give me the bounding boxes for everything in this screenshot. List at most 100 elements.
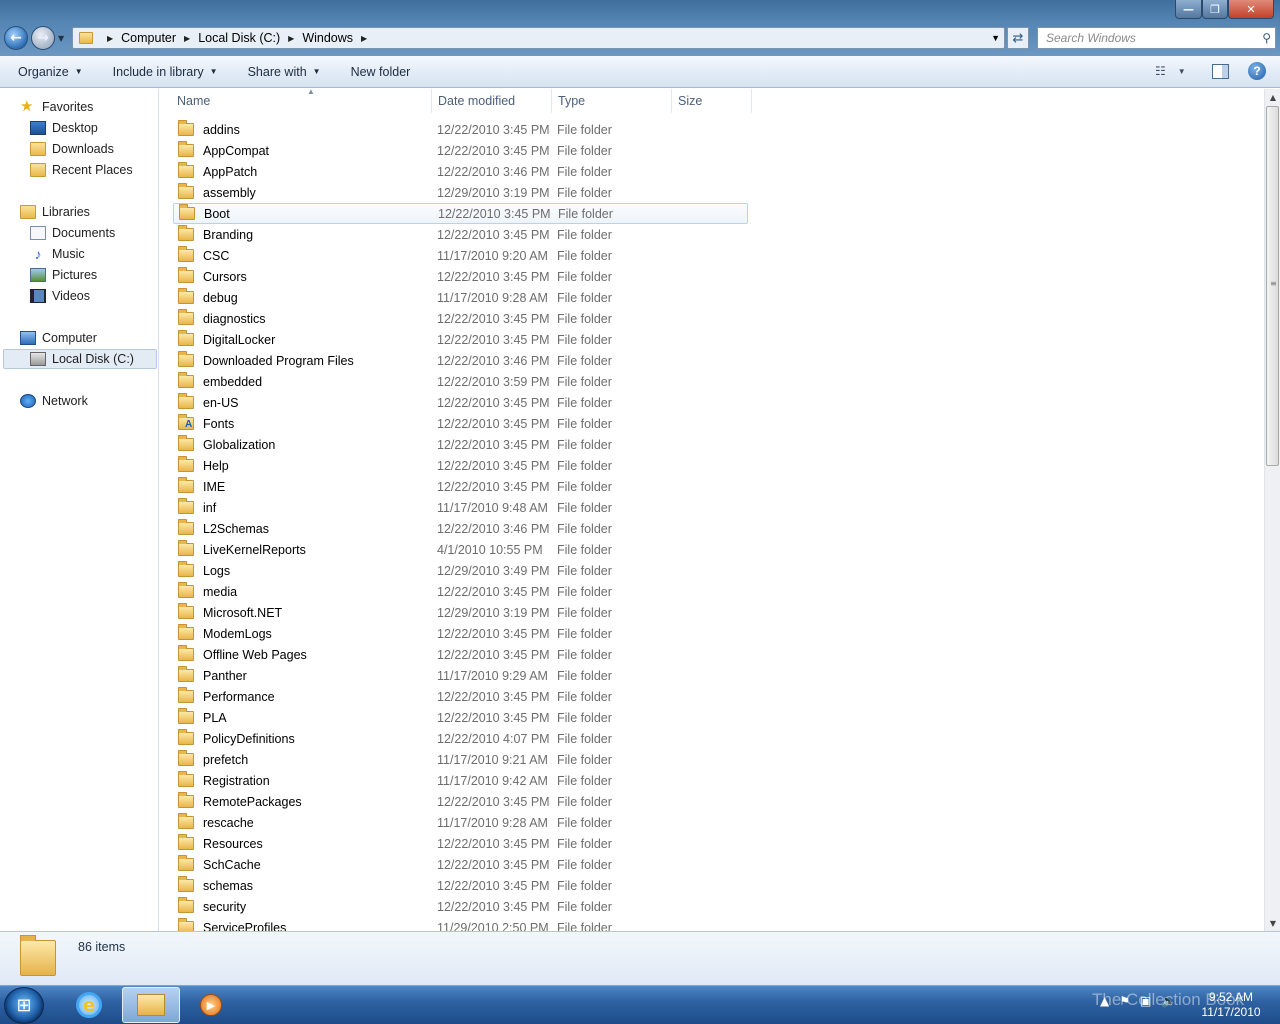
file-name[interactable]: Boot [204,207,444,221]
file-row[interactable]: embedded 12/22/2010 3:59 PM File folder [173,371,748,392]
file-name[interactable]: addins [203,123,443,137]
file-name[interactable]: LiveKernelReports [203,543,443,557]
search-box[interactable]: ⚲ [1037,27,1276,49]
file-row[interactable]: DigitalLocker 12/22/2010 3:45 PM File fold… [173,329,748,350]
file-row[interactable]: Resources 12/22/2010 3:45 PM File folder [173,833,748,854]
view-options-button[interactable]: ☷ ▼ [1155,64,1186,78]
file-name[interactable]: Downloaded Program Files [203,354,443,368]
file-name[interactable]: DigitalLocker [203,333,443,347]
share-with-button[interactable]: Share with ▼ [242,62,327,82]
file-row[interactable]: Performance 12/22/2010 3:45 PM File folder [173,686,748,707]
breadcrumb-arrow-icon[interactable]: ▶ [107,34,113,43]
nav-music[interactable]: ♪ Music [30,244,85,264]
file-name[interactable]: Logs [203,564,443,578]
breadcrumb-computer[interactable]: Computer [121,31,176,45]
file-row[interactable]: Downloaded Program Files 12/22/2010 3:46 … [173,350,748,371]
scroll-thumb[interactable]: ≡ [1266,106,1279,466]
file-name[interactable]: Offline Web Pages [203,648,443,662]
file-name[interactable]: Microsoft.NET [203,606,443,620]
refresh-button[interactable]: ⇄ [1007,27,1029,49]
file-row[interactable]: Registration 11/17/2010 9:42 AM File folde… [173,770,748,791]
file-name[interactable]: AppCompat [203,144,443,158]
nav-downloads[interactable]: Downloads [30,139,114,159]
minimize-button[interactable]: — [1175,0,1202,19]
file-name[interactable]: en-US [203,396,443,410]
address-dropdown-icon[interactable]: ▼ [991,33,1000,43]
nav-network[interactable]: Network [20,391,88,411]
file-row[interactable]: Boot 12/22/2010 3:45 PM File folder [173,203,748,224]
file-name[interactable]: PolicyDefinitions [203,732,443,746]
file-name[interactable]: diagnostics [203,312,443,326]
nav-computer[interactable]: Computer [20,328,97,348]
column-header-name[interactable]: Name ▲ [170,89,432,113]
column-header-type[interactable]: Type [552,89,672,113]
file-row[interactable]: Logs 12/29/2010 3:49 PM File folder [173,560,748,581]
file-row[interactable]: Help 12/22/2010 3:45 PM File folder [173,455,748,476]
action-center-flag-icon[interactable]: ⚑ [1119,994,1130,1008]
file-row[interactable]: AppCompat 12/22/2010 3:45 PM File folder [173,140,748,161]
file-name[interactable]: PLA [203,711,443,725]
file-name[interactable]: Branding [203,228,443,242]
show-hidden-icons-icon[interactable]: ▲ [1100,994,1109,1008]
file-row[interactable]: rescache 11/17/2010 9:28 AM File folder [173,812,748,833]
file-row[interactable]: Globalization 12/22/2010 3:45 PM File fold… [173,434,748,455]
file-row[interactable]: security 12/22/2010 3:45 PM File folder [173,896,748,917]
taskbar-windows-explorer[interactable] [122,987,180,1023]
file-name[interactable]: schemas [203,879,443,893]
file-row[interactable]: A Fonts 12/22/2010 3:45 PM File folder [173,413,748,434]
back-button[interactable]: ← [4,26,28,50]
file-name[interactable]: Globalization [203,438,443,452]
file-row[interactable]: SchCache 12/22/2010 3:45 PM File folder [173,854,748,875]
search-input[interactable] [1046,31,1256,45]
breadcrumb-arrow-icon[interactable]: ▶ [184,34,190,43]
file-row[interactable]: AppPatch 12/22/2010 3:46 PM File folder [173,161,748,182]
file-name[interactable]: L2Schemas [203,522,443,536]
file-name[interactable]: Resources [203,837,443,851]
preview-pane-icon[interactable] [1212,64,1229,79]
breadcrumb-arrow-icon[interactable]: ▶ [361,34,367,43]
file-name[interactable]: inf [203,501,443,515]
file-name[interactable]: Panther [203,669,443,683]
file-row[interactable]: Branding 12/22/2010 3:45 PM File folder [173,224,748,245]
breadcrumb-arrow-icon[interactable]: ▶ [288,34,294,43]
column-header-date[interactable]: Date modified [432,89,552,113]
nav-local-disk[interactable]: Local Disk (C:) [3,349,157,369]
file-name[interactable]: CSC [203,249,443,263]
file-name[interactable]: RemotePackages [203,795,443,809]
file-name[interactable]: media [203,585,443,599]
nav-documents[interactable]: Documents [30,223,115,243]
file-name[interactable]: Registration [203,774,443,788]
vertical-scrollbar[interactable]: ▲ ≡ ▼ [1264,89,1280,931]
file-row[interactable]: CSC 11/17/2010 9:20 AM File folder [173,245,748,266]
file-name[interactable]: IME [203,480,443,494]
maximize-button[interactable]: ❐ [1202,0,1228,19]
include-in-library-button[interactable]: Include in library ▼ [107,62,224,82]
network-status-icon[interactable]: ▣ [1140,994,1151,1008]
file-row[interactable]: Microsoft.NET 12/29/2010 3:19 PM File fold… [173,602,748,623]
search-icon[interactable]: ⚲ [1262,31,1271,45]
file-name[interactable]: SchCache [203,858,443,872]
file-row[interactable]: LiveKernelReports 4/1/2010 10:55 PM File f… [173,539,748,560]
file-name[interactable]: Cursors [203,270,443,284]
file-name[interactable]: Performance [203,690,443,704]
file-name[interactable]: security [203,900,443,914]
nav-pictures[interactable]: Pictures [30,265,97,285]
file-row[interactable]: Cursors 12/22/2010 3:45 PM File folder [173,266,748,287]
file-name[interactable]: Help [203,459,443,473]
address-bar[interactable]: ▶ Computer ▶ Local Disk (C:) ▶ Windows ▶… [72,27,1005,49]
file-row[interactable]: L2Schemas 12/22/2010 3:46 PM File folder [173,518,748,539]
nav-videos[interactable]: Videos [30,286,90,306]
nav-recent-places[interactable]: Recent Places [30,160,133,180]
file-row[interactable]: ServiceProfiles 11/29/2010 2:50 PM File fo… [173,917,748,931]
nav-favorites[interactable]: ★ Favorites [20,97,93,117]
file-row[interactable]: inf 11/17/2010 9:48 AM File folder [173,497,748,518]
forward-button[interactable]: → [31,26,55,50]
file-row[interactable]: PolicyDefinitions 12/22/2010 4:07 PM File … [173,728,748,749]
file-row[interactable]: en-US 12/22/2010 3:45 PM File folder [173,392,748,413]
file-row[interactable]: Offline Web Pages 12/22/2010 3:45 PM File … [173,644,748,665]
breadcrumb-local-disk[interactable]: Local Disk (C:) [198,31,280,45]
file-row[interactable]: addins 12/22/2010 3:45 PM File folder [173,119,748,140]
file-name[interactable]: Fonts [203,417,443,431]
file-row[interactable]: debug 11/17/2010 9:28 AM File folder [173,287,748,308]
file-row[interactable]: IME 12/22/2010 3:45 PM File folder [173,476,748,497]
